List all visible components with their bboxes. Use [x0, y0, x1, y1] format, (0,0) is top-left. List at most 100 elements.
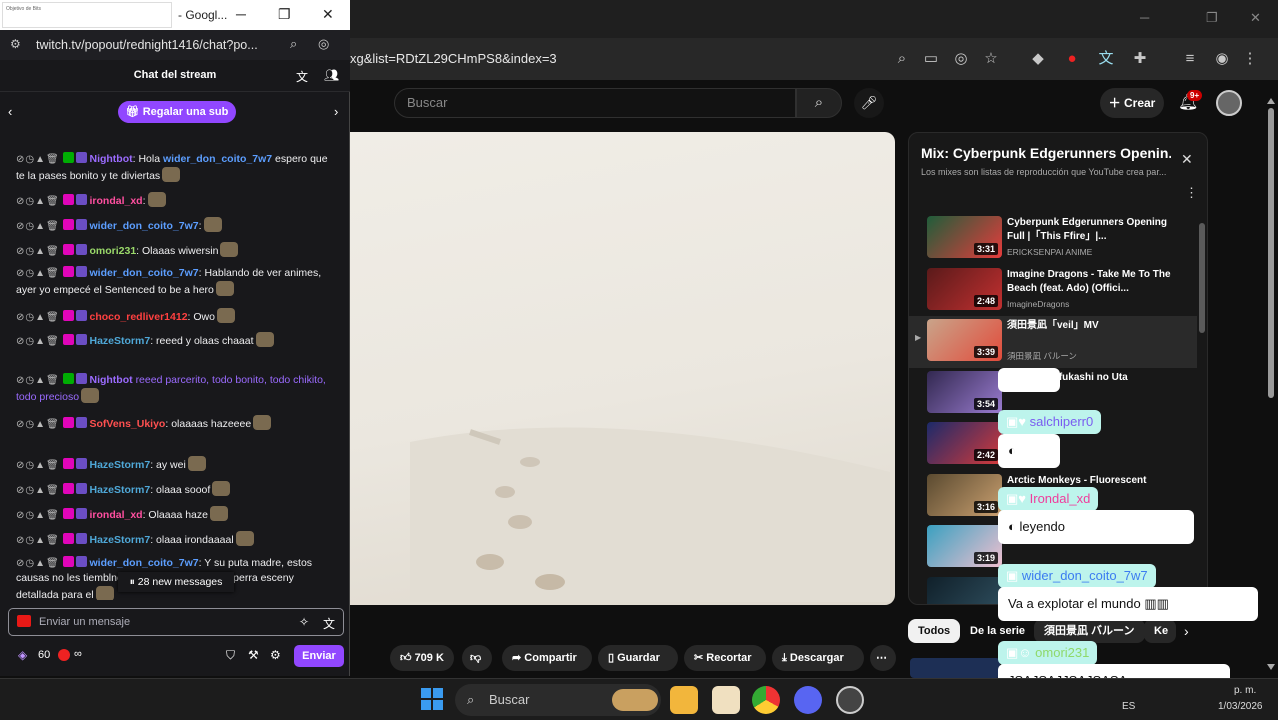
more-options-icon[interactable]: ⋮: [1185, 185, 1198, 201]
extensions-icon[interactable]: ✚: [1130, 49, 1150, 69]
chip-channel[interactable]: 須田景凪 バルーン: [1034, 619, 1145, 643]
chat-username[interactable]: HazeStorm7: [89, 335, 150, 347]
clip-button[interactable]: ✂ Recortar: [684, 645, 766, 671]
clock-date[interactable]: 1/03/2026: [1218, 701, 1263, 712]
chat-mention[interactable]: wider_don_coito_7w7: [163, 153, 272, 165]
chat-message[interactable]: ⊘◷▲🗑 omori231: Olaaas wiwersin: [16, 242, 334, 259]
chat-message[interactable]: ⊘◷▲🗑 choco_redliver1412: Owo: [16, 308, 334, 325]
restore-icon[interactable]: ❐: [278, 6, 291, 23]
browser-address-bar[interactable]: xg&list=RDtZL29CHmPS8&index=3 ⌕ ▭ ◎ ☆ ◆ …: [350, 38, 1278, 80]
chip-de-la-serie[interactable]: De la serie: [960, 619, 1035, 643]
save-button[interactable]: ▯ Guardar: [598, 645, 678, 671]
translate-icon[interactable]: 文: [1096, 49, 1116, 69]
zoom-icon[interactable]: ⌕: [290, 36, 297, 52]
download-button[interactable]: ⤓ Descargar: [772, 645, 864, 671]
video-player[interactable]: [350, 132, 895, 605]
chat-username[interactable]: HazeStorm7: [89, 534, 150, 546]
playlist-thumbnail[interactable]: 3:19: [927, 525, 1002, 567]
tab-thumbnail[interactable]: Objetivo de Bits: [2, 2, 172, 28]
mod-actions-icon[interactable]: ⊘◷▲🗑: [16, 485, 63, 496]
chat-message[interactable]: ⊘◷▲🗑 HazeStorm7: olaaa irondaaaal: [16, 531, 334, 548]
chat-username[interactable]: Nightbot: [89, 153, 132, 165]
mod-actions-icon[interactable]: ⊘◷▲🗑: [16, 535, 63, 546]
dislike-button[interactable]: 👎︎: [462, 645, 492, 671]
cast-icon[interactable]: ▭: [921, 49, 941, 69]
channel-points-icon[interactable]: ◈: [18, 648, 27, 662]
close-icon[interactable]: ✕: [1250, 10, 1261, 26]
mod-actions-icon[interactable]: ⊘◷▲🗑: [16, 268, 63, 279]
playlist-item[interactable]: 2:48 Imagine Dragons - Take Me To The Bea…: [909, 265, 1197, 317]
playlist-thumbnail[interactable]: 2:42: [927, 422, 1002, 464]
extension-b-icon[interactable]: ●: [1062, 49, 1082, 69]
settings-icon[interactable]: ⚙: [270, 648, 281, 662]
emote-picker-icon[interactable]: ✧: [299, 615, 309, 629]
clock-time[interactable]: p. m.: [1234, 685, 1256, 696]
like-button[interactable]: 👍︎ 709 K: [390, 645, 454, 671]
account-avatar[interactable]: [1216, 90, 1242, 116]
chat-message[interactable]: ⊘◷▲🗑 HazeStorm7: reeed y olaas chaaat: [16, 332, 334, 349]
mod-actions-icon[interactable]: ⊘◷▲🗑: [16, 246, 63, 257]
chat-username[interactable]: SofVens_Ukiyo: [89, 418, 165, 430]
chevron-left-icon[interactable]: ‹: [8, 104, 12, 119]
extension-a-icon[interactable]: ◆: [1028, 49, 1048, 69]
chat-username[interactable]: irondal_xd: [89, 509, 142, 521]
windows-start-icon[interactable]: [420, 687, 444, 711]
chip-more[interactable]: Ke: [1144, 619, 1176, 643]
site-settings-icon[interactable]: ⚙: [10, 37, 21, 51]
chat-url[interactable]: twitch.tv/popout/rednight1416/chat?po...: [36, 38, 258, 52]
mod-actions-icon[interactable]: ⊘◷▲🗑: [16, 196, 63, 207]
send-button[interactable]: Enviar: [294, 645, 344, 667]
chevron-right-icon[interactable]: ›: [334, 104, 338, 119]
playlist-scrollbar[interactable]: [1199, 223, 1205, 333]
mod-actions-icon[interactable]: ⊘◷▲🗑: [16, 419, 63, 430]
discord-icon[interactable]: [794, 686, 822, 714]
chat-address-bar[interactable]: ⚙ twitch.tv/popout/rednight1416/chat?po.…: [0, 30, 350, 60]
chat-username[interactable]: HazeStorm7: [89, 484, 150, 496]
page-scrollbar[interactable]: [1266, 96, 1276, 676]
playlist-thumbnail[interactable]: 3:16: [927, 473, 1002, 516]
menu-dots-icon[interactable]: ⋮: [1240, 49, 1260, 69]
microphone-icon[interactable]: 🎤︎: [854, 88, 884, 118]
eye-off-icon[interactable]: ◎: [318, 36, 329, 52]
users-icon[interactable]: 👥︎: [324, 68, 339, 82]
mod-actions-icon[interactable]: ⊘◷▲🗑: [16, 154, 63, 165]
chat-message[interactable]: ⊘◷▲🗑 HazeStorm7: olaaa sooof: [16, 481, 334, 498]
close-icon[interactable]: ✕: [322, 6, 334, 23]
chat-message[interactable]: ⊘◷▲🗑 wider_don_coito_7w7:: [16, 217, 334, 234]
mod-actions-icon[interactable]: ⊘◷▲🗑: [16, 510, 63, 521]
new-messages-button[interactable]: ⏸ 28 new messages: [118, 572, 234, 592]
search-icon[interactable]: ⌕: [796, 88, 842, 118]
file-explorer-icon[interactable]: [670, 686, 698, 714]
chat-message[interactable]: ⊘◷▲🗑 SofVens_Ukiyo: olaaaas hazeeee: [16, 415, 334, 432]
playlist-item[interactable]: 3:31 Cyberpunk Edgerunners Opening Full |…: [909, 213, 1197, 265]
app-icon[interactable]: [712, 686, 740, 714]
gift-sub-button[interactable]: 🎁︎ Regalar una sub: [118, 101, 236, 123]
chat-message[interactable]: ⊘◷▲🗑 irondal_xd:: [16, 192, 334, 209]
url-text[interactable]: xg&list=RDtZL29CHmPS8&index=3: [350, 38, 910, 80]
mod-actions-icon[interactable]: ⊘◷▲🗑: [16, 221, 63, 232]
playlist-thumbnail[interactable]: 3:54: [927, 370, 1002, 413]
restore-icon[interactable]: ❐: [1206, 10, 1218, 26]
mod-actions-icon[interactable]: ⊘◷▲🗑: [16, 558, 63, 569]
playlist-item[interactable]: ▶ 3:39 須田景凪「veil」MV 須田景凪 バルーン: [909, 316, 1197, 368]
mod-actions-icon[interactable]: ⊘◷▲🗑: [16, 336, 63, 347]
language-indicator[interactable]: ES: [1122, 701, 1135, 712]
youtube-search-input[interactable]: Buscar: [394, 88, 796, 118]
chip-todos[interactable]: Todos: [908, 619, 961, 643]
create-button[interactable]: ＋ Crear: [1100, 88, 1164, 118]
chat-input[interactable]: Enviar un mensaje ✧ 文: [8, 608, 344, 636]
next-video-thumbnail[interactable]: [910, 658, 1000, 678]
chat-username[interactable]: irondal_xd: [89, 195, 142, 207]
chat-username[interactable]: wider_don_coito_7w7: [89, 220, 198, 232]
bookmark-star-icon[interactable]: ☆: [981, 49, 1001, 69]
more-actions-button[interactable]: ⋯: [870, 645, 896, 671]
chat-username[interactable]: omori231: [89, 245, 136, 257]
translate-icon[interactable]: 文: [296, 68, 308, 85]
playlist-thumbnail[interactable]: 3:39: [927, 319, 1002, 361]
playlist-title[interactable]: Mix: Cyberpunk Edgerunners Openin...: [921, 145, 1171, 161]
app-icon-2[interactable]: [836, 686, 864, 714]
chat-username[interactable]: wider_don_coito_7w7: [89, 267, 198, 279]
chat-username[interactable]: wider_don_coito_7w7: [89, 557, 198, 569]
translate-icon[interactable]: 文: [323, 615, 335, 632]
shield-icon[interactable]: ⛉: [226, 648, 235, 663]
